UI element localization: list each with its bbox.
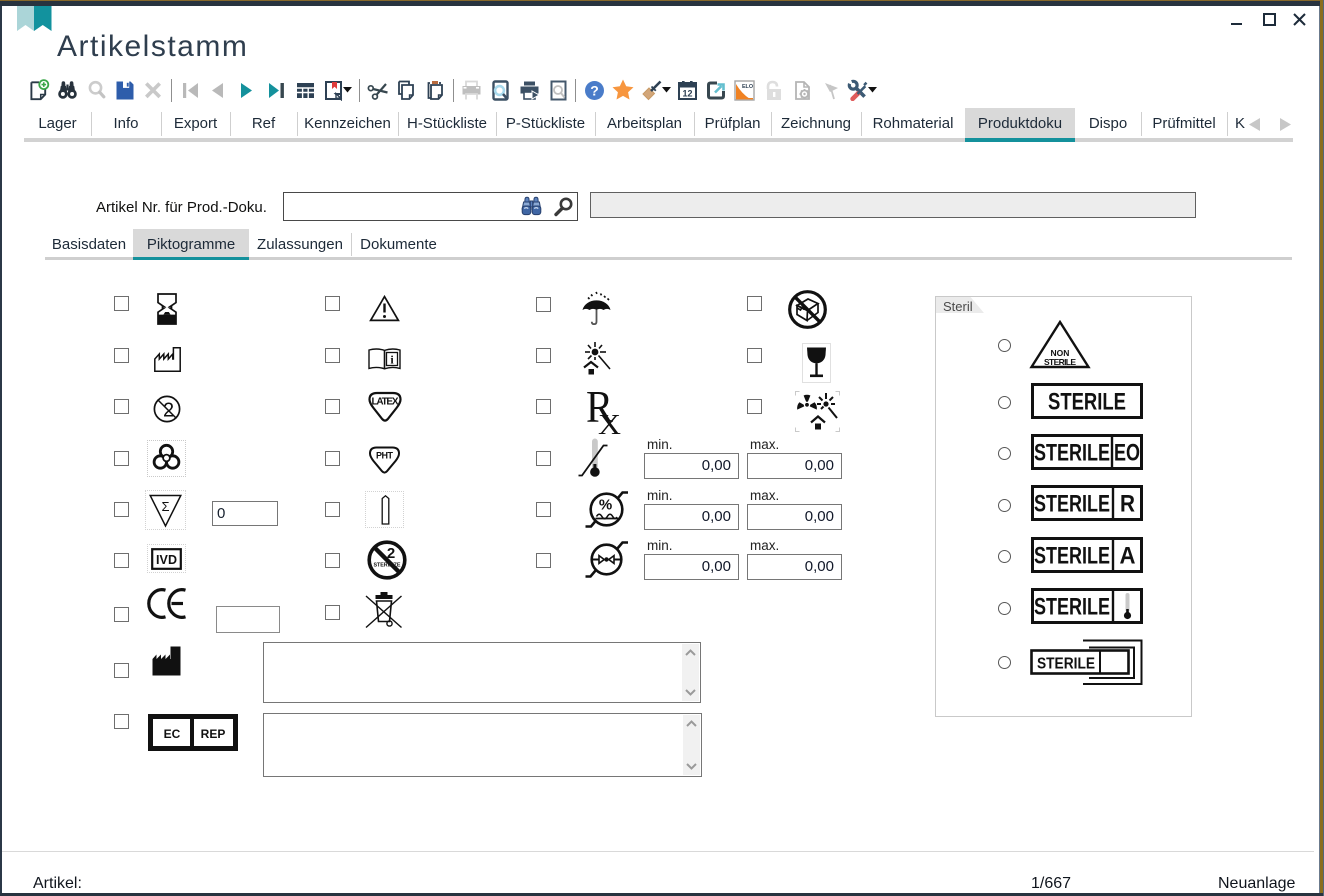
svg-text:PHT: PHT [376, 451, 394, 461]
svg-text:X: X [598, 409, 621, 435]
svg-text:EO: EO [1114, 440, 1140, 467]
svg-text:IVD: IVD [156, 553, 177, 567]
svg-text:STERILE: STERILE [1037, 656, 1095, 673]
svg-text:EC: EC [164, 727, 181, 741]
svg-text:A: A [1120, 543, 1136, 570]
svg-text:12: 12 [682, 89, 692, 99]
svg-text:LATEX: LATEX [372, 397, 399, 408]
svg-text:STERILE: STERILE [1034, 440, 1110, 467]
svg-text:?: ? [590, 83, 599, 99]
svg-text:R: R [1120, 491, 1135, 518]
svg-text:STERILE: STERILE [1048, 389, 1126, 416]
svg-text:STERILE: STERILE [1034, 543, 1110, 570]
svg-text:STERILE: STERILE [1044, 357, 1076, 367]
svg-text:REP: REP [201, 727, 226, 741]
svg-text:STERILE: STERILE [1034, 491, 1110, 518]
svg-text:ELO: ELO [742, 84, 753, 90]
svg-text:%: % [599, 497, 612, 514]
svg-text:STERILE: STERILE [1034, 594, 1110, 621]
svg-text:Σ: Σ [161, 499, 169, 514]
